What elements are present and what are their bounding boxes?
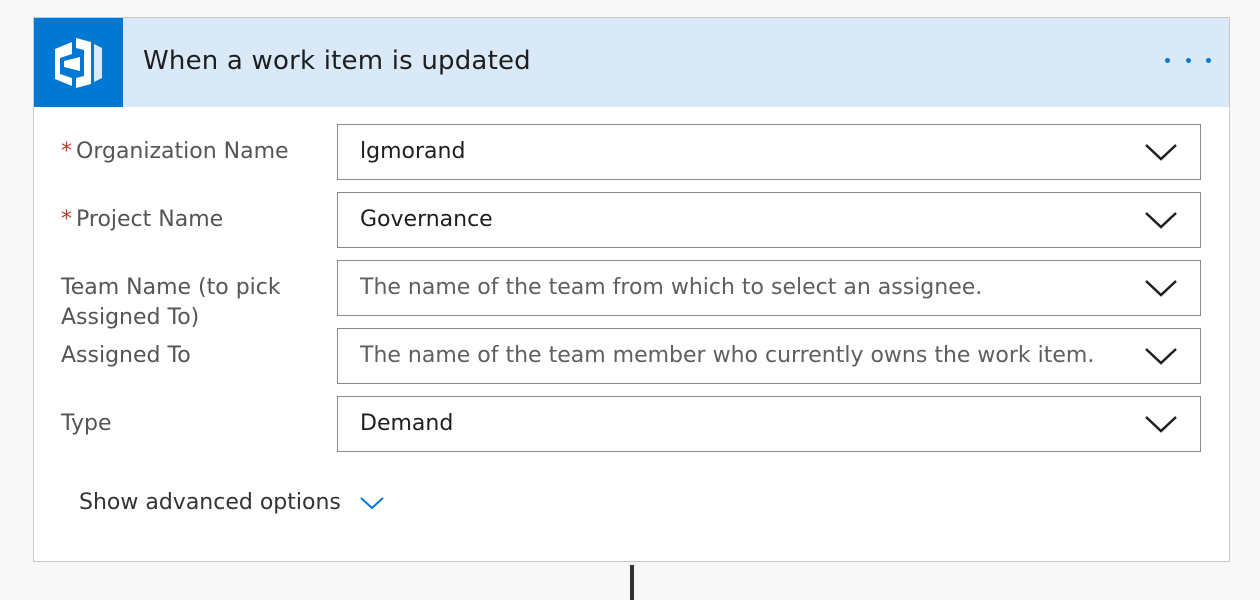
team-name-placeholder: The name of the team from which to selec… [360, 275, 983, 300]
chevron-down-icon [360, 496, 384, 509]
required-marker: * [61, 207, 72, 232]
chevron-down-icon [1145, 416, 1177, 433]
chevron-down-icon [1145, 280, 1177, 297]
chevron-down-icon [1145, 144, 1177, 161]
trigger-header[interactable]: When a work item is updated [34, 18, 1229, 107]
show-advanced-options-button[interactable]: Show advanced options [79, 490, 385, 515]
type-value: Demand [360, 411, 454, 436]
chevron-down-icon [1145, 348, 1177, 365]
required-marker: * [61, 139, 72, 164]
organization-name-value: lgmorand [360, 139, 466, 164]
project-name-dropdown[interactable]: Governance [337, 192, 1201, 248]
project-name-label: * Project Name [61, 207, 224, 232]
assigned-to-dropdown[interactable]: The name of the team member who currentl… [337, 328, 1201, 384]
chevron-down-icon [1145, 212, 1177, 229]
trigger-title: When a work item is updated [143, 46, 531, 76]
type-label: Type [61, 411, 112, 436]
organization-name-dropdown[interactable]: lgmorand [337, 124, 1201, 180]
team-name-label: Team Name (to pick Assigned To) [61, 275, 281, 330]
more-options-icon[interactable] [1165, 48, 1211, 72]
assigned-to-placeholder: The name of the team member who currentl… [360, 343, 1095, 368]
team-name-dropdown[interactable]: The name of the team from which to selec… [337, 260, 1201, 316]
azure-devops-icon [34, 18, 123, 107]
advanced-options-label: Show advanced options [79, 490, 341, 515]
assigned-to-label: Assigned To [61, 343, 191, 368]
trigger-card: When a work item is updated * Organizatio… [33, 17, 1230, 562]
flow-connector [630, 565, 634, 600]
organization-name-label: * Organization Name [61, 139, 289, 164]
project-name-value: Governance [360, 207, 493, 232]
type-dropdown[interactable]: Demand [337, 396, 1201, 452]
